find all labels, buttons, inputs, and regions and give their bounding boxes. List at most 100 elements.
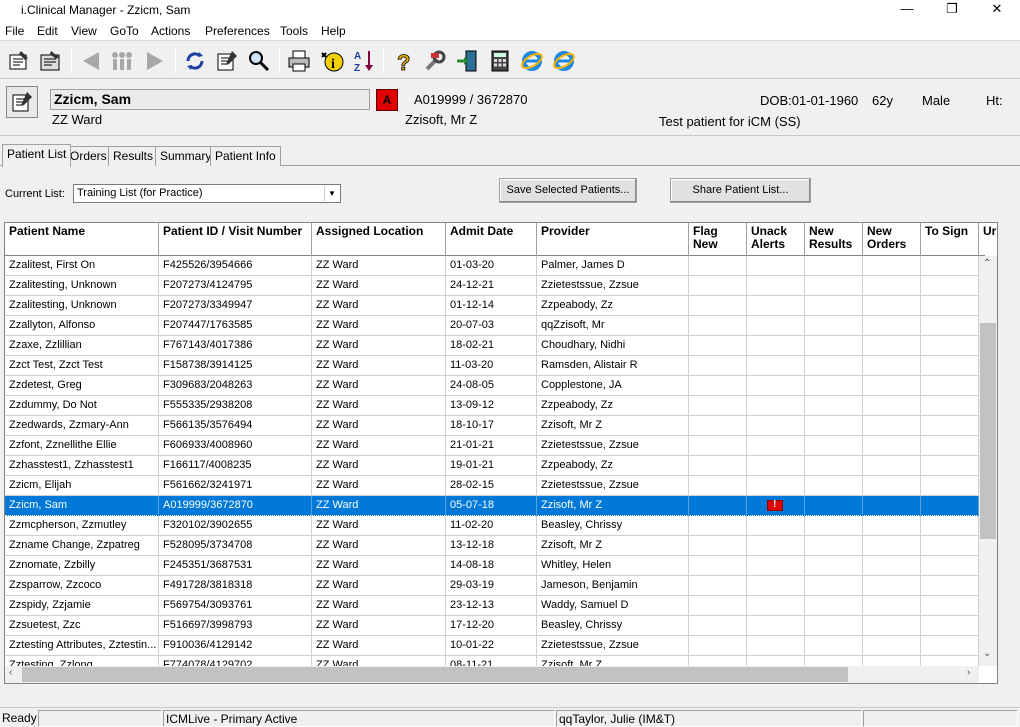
internet-explorer-icon[interactable] [550,47,578,75]
allergy-alert-badge[interactable]: A [376,89,398,111]
patient-list-icon[interactable] [37,47,65,75]
patient-notes-icon[interactable] [6,86,38,118]
cell-new-orders [863,516,921,536]
cell-flag-new [689,296,747,316]
people-icon[interactable] [108,47,136,75]
cell-patient-name: Zzfont, Zznellithe Ellie [5,436,159,456]
scroll-left-icon[interactable]: ‹ [9,667,12,678]
help-icon[interactable]: ? [389,47,417,75]
cell-unack-alerts [747,516,805,536]
table-row[interactable]: Zzhasstest1, Zzhasstest1 F166117/4008235 Z… [5,456,979,476]
patient-lookup-icon[interactable] [5,47,33,75]
back-arrow-icon[interactable] [77,47,105,75]
internet-explorer-icon[interactable] [518,47,546,75]
menu-help[interactable]: Help [321,24,346,38]
column-header-unack-alerts[interactable]: Unack Alerts [747,223,805,256]
exit-door-icon[interactable] [453,47,481,75]
menu-preferences[interactable]: Preferences [205,24,270,38]
info-icon[interactable]: i [318,47,346,75]
table-row[interactable]: Zztesting, Zzlong F774078/4129702 ZZ Ward 0… [5,656,979,666]
column-header-patient-name[interactable]: Patient Name [5,223,159,256]
column-header-urgent[interactable]: Ur [979,223,997,256]
table-row[interactable]: Zzspidy, Zzjamie F569754/3093761 ZZ Ward 23… [5,596,979,616]
table-row[interactable]: Zzdummy, Do Not F555335/2938208 ZZ Ward 13-… [5,396,979,416]
table-row[interactable]: Zzsparrow, Zzcoco F491728/3818318 ZZ Ward 2… [5,576,979,596]
chevron-down-icon[interactable]: ▼ [324,186,339,201]
menu-tools[interactable]: Tools [280,24,308,38]
close-icon[interactable]: ✕ [974,0,1020,21]
menu-file[interactable]: File [5,24,24,38]
cell-patient-id: F774078/4129702 [159,656,312,666]
refresh-icon[interactable] [181,47,209,75]
cell-unack-alerts [747,376,805,396]
cell-flag-new [689,556,747,576]
table-row[interactable]: Zzicm, Sam A019999/3672870 ZZ Ward 05-07-18… [5,496,979,516]
sort-az-icon[interactable]: AZ [350,47,378,75]
save-selected-patients-button[interactable]: Save Selected Patients... [499,178,637,203]
scroll-down-icon[interactable]: ⌄ [983,648,991,659]
menu-goto[interactable]: GoTo [110,24,139,38]
table-row[interactable]: Zzalitest, First On F425526/3954666 ZZ War… [5,256,979,276]
table-row[interactable]: Zzicm, Elijah F561662/3241971 ZZ Ward 28-02… [5,476,979,496]
cell-provider: Copplestone, JA [537,376,689,396]
tab-results[interactable]: Results [108,146,159,166]
table-row[interactable]: Zzfont, Zznellithe Ellie F606933/4008960 Z… [5,436,979,456]
tab-patient-list[interactable]: Patient List [2,144,72,167]
edit-note-icon[interactable] [213,47,241,75]
table-row[interactable]: Zzname Change, Zzpatreg F528095/3734708 ZZ… [5,536,979,556]
menu-actions[interactable]: Actions [151,24,190,38]
cell-patient-name: Zzalitesting, Unknown [5,276,159,296]
vertical-scrollbar[interactable]: ⌃ ⌄ [979,256,997,666]
cell-flag-new [689,416,747,436]
cell-to-sign [921,316,979,336]
cell-new-results [805,556,863,576]
column-header-provider[interactable]: Provider [537,223,689,256]
window-title: i.Clinical Manager - Zzicm, Sam [21,3,191,17]
horizontal-scrollbar[interactable]: ‹ › [5,666,979,683]
cell-new-orders [863,436,921,456]
horizontal-scroll-thumb[interactable] [22,667,848,682]
unack-alert-icon[interactable] [767,499,783,511]
cell-unack-alerts [747,556,805,576]
share-patient-list-button[interactable]: Share Patient List... [670,178,811,203]
cell-admit-date: 24-12-21 [446,276,537,296]
column-header-new-orders[interactable]: New Orders [863,223,921,256]
table-row[interactable]: Zzalitesting, Unknown F207273/4124795 ZZ W… [5,276,979,296]
table-row[interactable]: Zzallyton, Alfonso F207447/1763585 ZZ Ward… [5,316,979,336]
table-row[interactable]: Zzct Test, Zzct Test F158738/3914125 ZZ Wa… [5,356,979,376]
column-header-admit-date[interactable]: Admit Date [446,223,537,256]
column-header-to-sign[interactable]: To Sign [921,223,979,256]
column-header-location[interactable]: Assigned Location [312,223,446,256]
search-icon[interactable] [245,47,273,75]
vertical-scroll-thumb[interactable] [980,323,996,539]
maximize-icon[interactable]: ❐ [929,0,975,21]
scroll-right-icon[interactable]: › [967,667,970,678]
cell-location: ZZ Ward [312,336,446,356]
cell-location: ZZ Ward [312,596,446,616]
column-header-patient-id[interactable]: Patient ID / Visit Number [159,223,312,256]
table-row[interactable]: Zztesting Attributes, Zztestin... F910036… [5,636,979,656]
minimize-icon[interactable]: — [884,0,930,21]
current-list-select[interactable]: Training List (for Practice) ▼ [73,184,341,203]
table-row[interactable]: Zzdetest, Greg F309683/2048263 ZZ Ward 24-0… [5,376,979,396]
table-row[interactable]: Zznomate, Zzbilly F245351/3687531 ZZ Ward 1… [5,556,979,576]
menu-view[interactable]: View [71,24,97,38]
column-header-flag-new[interactable]: Flag New [689,223,747,256]
cell-unack-alerts [747,336,805,356]
tab-patient-info[interactable]: Patient Info [210,146,281,166]
table-row[interactable]: Zzsuetest, Zzc F516697/3998793 ZZ Ward 17-1… [5,616,979,636]
tools-icon[interactable] [421,47,449,75]
forward-arrow-icon[interactable] [141,47,169,75]
calculator-icon[interactable] [486,47,514,75]
print-icon[interactable] [285,47,313,75]
tab-summary[interactable]: Summary [155,146,217,166]
table-row[interactable]: Zzmcpherson, Zzmutley F320102/3902655 ZZ W… [5,516,979,536]
table-row[interactable]: Zzalitesting, Unknown F207273/3349947 ZZ W… [5,296,979,316]
menu-edit[interactable]: Edit [37,24,58,38]
scroll-up-icon[interactable]: ⌃ [983,258,991,269]
cell-admit-date: 28-02-15 [446,476,537,496]
tab-orders[interactable]: Orders [65,146,112,166]
table-row[interactable]: Zzaxe, Zzlillian F767143/4017386 ZZ Ward 18… [5,336,979,356]
table-row[interactable]: Zzedwards, Zzmary-Ann F566135/3576494 ZZ W… [5,416,979,436]
column-header-new-results[interactable]: New Results [805,223,863,256]
